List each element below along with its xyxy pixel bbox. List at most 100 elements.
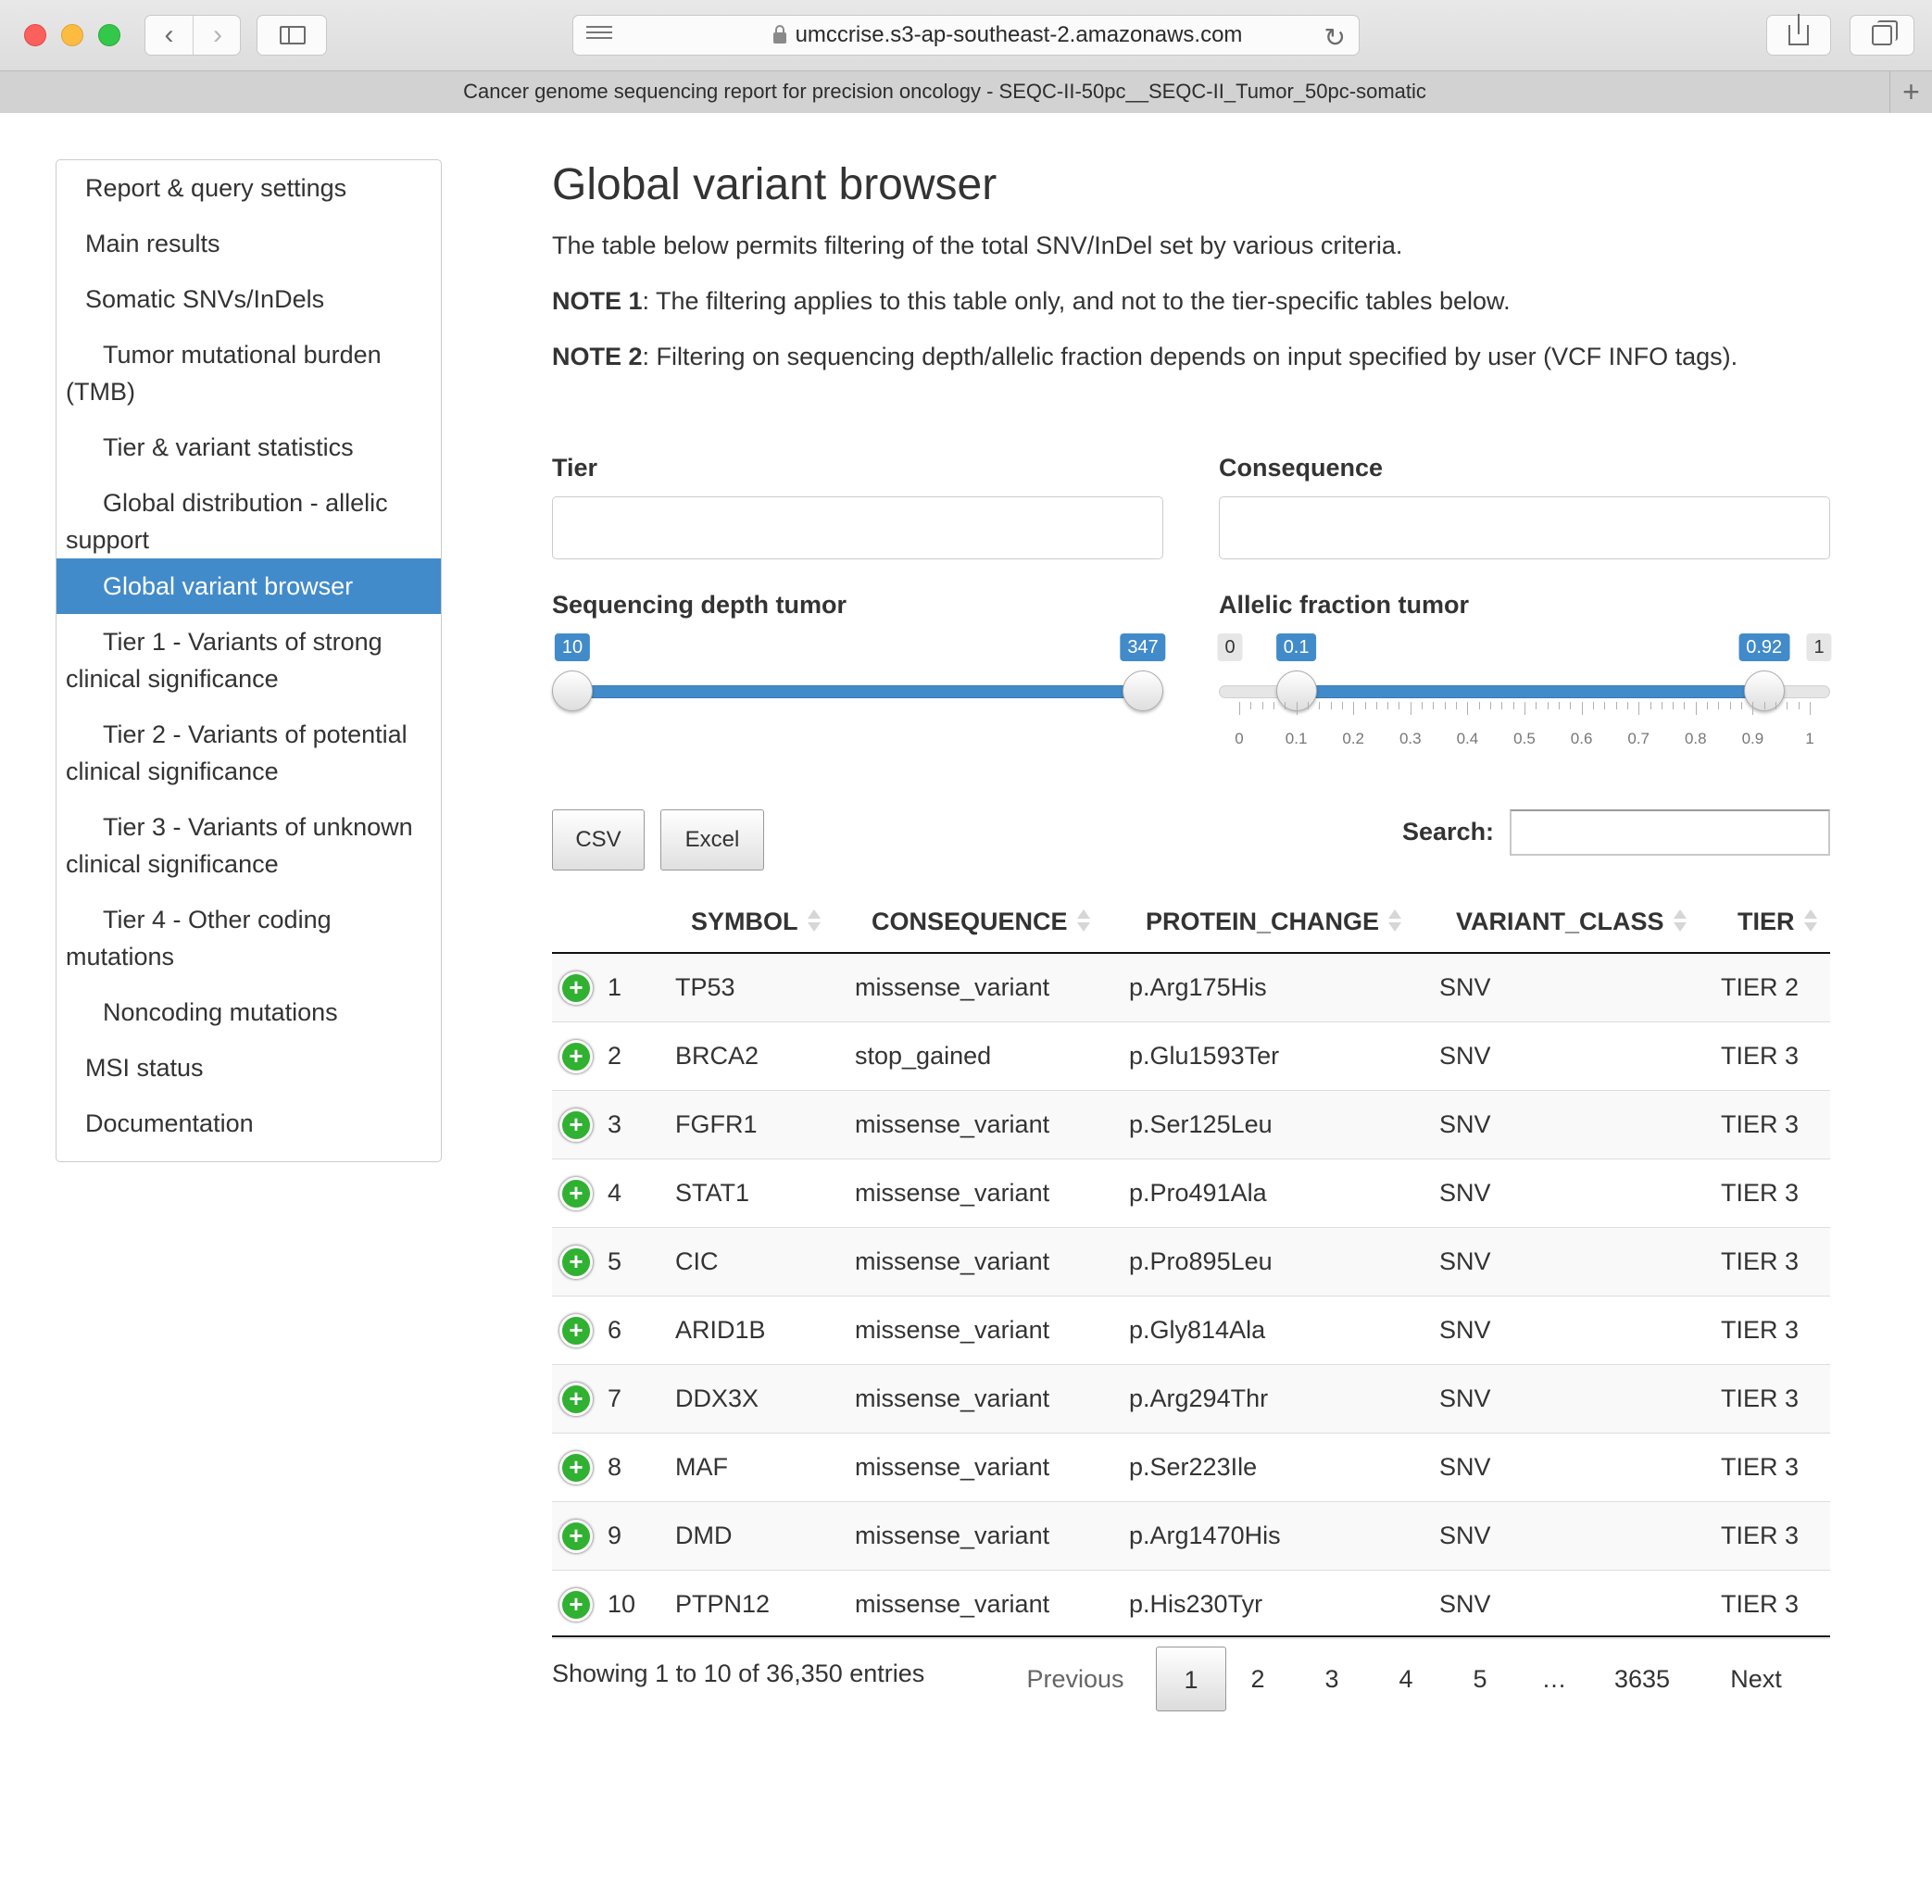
column-header-consequence[interactable]: CONSEQUENCE [872, 891, 1090, 952]
slider-min-label: 0 [1217, 633, 1243, 661]
slider-tick [1638, 702, 1640, 715]
table-row[interactable]: +9 DMD missense_variant p.Arg1470His SNV TIER… [552, 1502, 1830, 1571]
cell-symbol: STAT1 [675, 1179, 750, 1207]
table-row[interactable]: +4 STAT1 missense_variant p.Pro491Ala SNV TIE… [552, 1159, 1830, 1228]
slider-tick [1684, 702, 1686, 709]
column-header-symbol[interactable]: SYMBOL [691, 891, 821, 952]
tab-active[interactable]: Cancer genome sequencing report for prec… [0, 71, 1889, 112]
back-button[interactable]: ‹ [145, 16, 194, 55]
row-number: 7 [608, 1384, 622, 1412]
consequence-select[interactable] [1219, 496, 1830, 559]
toc-item[interactable]: MSI status [56, 1040, 441, 1096]
expand-row-icon[interactable]: + [559, 1314, 593, 1347]
cell-variant-class: SNV [1439, 1384, 1491, 1412]
slider-tick [1810, 702, 1811, 715]
toc-item[interactable]: Somatic SNVs/InDels [56, 271, 441, 327]
pagination-previous[interactable]: Previous [1015, 1647, 1135, 1711]
search-input[interactable] [1510, 809, 1830, 856]
sidebar-icon [280, 26, 306, 44]
expand-row-icon[interactable]: + [559, 1040, 593, 1073]
reader-view-icon[interactable] [586, 26, 612, 44]
toc-item[interactable]: Global distribution - allelic support [56, 475, 441, 568]
toc-item[interactable]: Main results [56, 216, 441, 271]
slider-tick [1798, 702, 1800, 709]
toc-item[interactable]: Noncoding mutations [56, 984, 441, 1040]
expand-row-icon[interactable]: + [559, 1520, 593, 1553]
tier-select[interactable] [552, 496, 1163, 559]
cell-variant-class: SNV [1439, 1453, 1491, 1481]
slider-tick [1239, 702, 1240, 715]
toc-item[interactable]: Tier 3 - Variants of unknown clinical sig… [56, 799, 441, 892]
column-header-protein-change[interactable]: PROTEIN_CHANGE [1146, 891, 1402, 952]
excel-export-button[interactable]: Excel [660, 809, 764, 871]
table-row[interactable]: +2 BRCA2 stop_gained p.Glu1593Ter SNV TIER 3 [552, 1022, 1830, 1091]
expand-row-icon[interactable]: + [559, 1109, 593, 1142]
table-row[interactable]: +5 CIC missense_variant p.Pro895Leu SNV TIER … [552, 1228, 1830, 1296]
show-tabs-button[interactable] [1850, 15, 1914, 56]
table-row[interactable]: +1 TP53 missense_variant p.Arg175His SNV TIER… [552, 954, 1830, 1022]
expand-row-icon[interactable]: + [559, 1246, 593, 1279]
pagination-page[interactable]: 5 [1452, 1647, 1508, 1711]
pagination-page[interactable]: 1 [1156, 1647, 1226, 1711]
toc-item[interactable]: Tier 1 - Variants of strong clinical sign… [56, 614, 441, 707]
zoom-window-button[interactable] [98, 24, 120, 46]
reload-icon[interactable]: ↻ [1324, 22, 1346, 53]
forward-button[interactable]: › [194, 16, 242, 55]
row-number: 10 [608, 1590, 636, 1618]
toc-item[interactable]: Tier & variant statistics [56, 420, 441, 475]
toc-item[interactable]: Report & query settings [56, 160, 441, 216]
share-button[interactable] [1766, 14, 1831, 56]
url-display[interactable]: umccrise.s3-ap-southeast-2.amazonaws.com [712, 16, 1303, 55]
table-of-contents: Report & query settings Main results Somat… [56, 159, 442, 1162]
new-tab-button[interactable]: + [1889, 71, 1932, 113]
slider-tick [1615, 702, 1617, 709]
pagination-next[interactable]: Next [1710, 1647, 1802, 1711]
toc-item[interactable]: Tier 2 - Variants of potential clinical s… [56, 707, 441, 799]
slider-tick [1512, 702, 1514, 709]
table-row[interactable]: +3 FGFR1 missense_variant p.Ser125Leu SNV TIE… [552, 1091, 1830, 1159]
sidebar-toggle-button[interactable] [257, 15, 327, 56]
slider-tick [1604, 702, 1606, 709]
depth-range-slider[interactable]: 10 347 [552, 633, 1166, 756]
cell-symbol: BRCA2 [675, 1042, 759, 1070]
pagination-page[interactable]: 3635 [1591, 1647, 1693, 1711]
slider-tick [1718, 702, 1720, 709]
toc-item[interactable]: Tumor mutational burden (TMB) [56, 327, 441, 420]
expand-row-icon[interactable]: + [559, 1177, 593, 1210]
pagination-page[interactable]: 3 [1304, 1647, 1360, 1711]
table-row[interactable]: +7 DDX3X missense_variant p.Arg294Thr SNV TIE… [552, 1365, 1830, 1434]
note-1-label: NOTE 1 [552, 287, 643, 315]
af-range-slider[interactable]: 0.1 0.92 0 1 0 0.1 0.2 0.3 0.4 0.5 0.6 0.7 0.8 0.9 1 [1217, 633, 1832, 756]
expand-row-icon[interactable]: + [559, 1451, 593, 1484]
toc-item-label: clinical significance [66, 665, 279, 693]
slider-handle-to[interactable] [1123, 670, 1163, 711]
cell-tier: TIER 3 [1721, 1316, 1800, 1344]
csv-export-button[interactable]: CSV [552, 809, 645, 871]
expand-row-icon[interactable]: + [559, 1588, 593, 1622]
cell-tier: TIER 3 [1721, 1247, 1800, 1275]
cell-consequence: missense_variant [855, 1590, 1050, 1618]
pagination-page[interactable]: 2 [1230, 1647, 1286, 1711]
minimize-window-button[interactable] [61, 24, 83, 46]
slider-tick [1478, 702, 1480, 709]
table-row[interactable]: +8 MAF missense_variant p.Ser223Ile SNV TIER … [552, 1434, 1830, 1502]
pagination-page[interactable]: 4 [1378, 1647, 1434, 1711]
cell-protein-change: p.Arg175His [1129, 973, 1267, 1001]
toc-item[interactable]: Tier 4 - Other coding mutations [56, 892, 441, 984]
expand-row-icon[interactable]: + [559, 1383, 593, 1416]
toc-item[interactable]: Documentation [56, 1096, 441, 1151]
toc-item-label: Tier 3 - Variants of unknown [103, 813, 413, 841]
close-window-button[interactable] [24, 24, 46, 46]
column-header-variant-class[interactable]: VARIANT_CLASS [1456, 891, 1687, 952]
url-text: umccrise.s3-ap-southeast-2.amazonaws.com [795, 22, 1243, 47]
slider-handle-from[interactable] [552, 670, 593, 711]
cell-tier: TIER 3 [1721, 1110, 1800, 1138]
address-bar[interactable]: umccrise.s3-ap-southeast-2.amazonaws.com… [572, 15, 1360, 56]
column-header-tier[interactable]: TIER [1738, 891, 1817, 952]
slider-tick [1296, 702, 1298, 715]
table-row[interactable]: +6 ARID1B missense_variant p.Gly814Ala SNV TI… [552, 1296, 1830, 1365]
cell-tier: TIER 3 [1721, 1384, 1800, 1412]
expand-row-icon[interactable]: + [559, 971, 593, 1005]
table-row[interactable]: +10 PTPN12 missense_variant p.His230Tyr SNV T… [552, 1571, 1830, 1639]
toc-item[interactable]: Global variant browser [56, 558, 441, 614]
